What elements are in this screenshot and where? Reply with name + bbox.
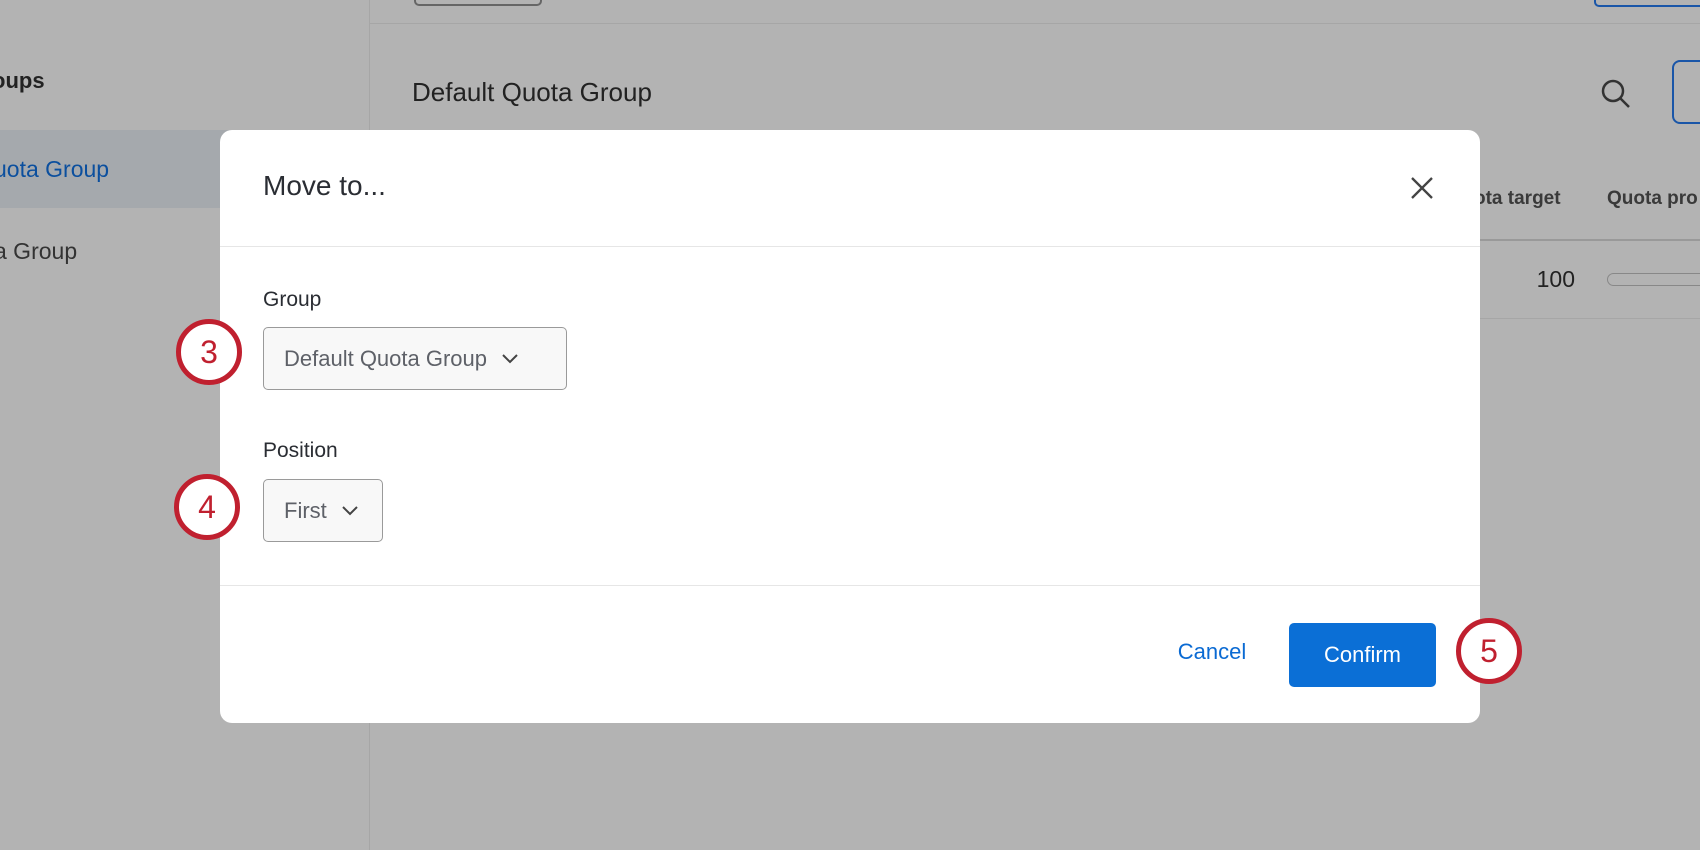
search-icon[interactable] <box>1598 76 1634 112</box>
position-label: Position <box>263 439 338 462</box>
chevron-down-icon <box>342 505 358 515</box>
row-divider <box>1480 318 1700 319</box>
top-button-partial[interactable] <box>414 0 542 6</box>
top-divider <box>370 23 1700 24</box>
top-right-button-partial[interactable] <box>1594 0 1700 7</box>
outlined-button-partial[interactable] <box>1672 60 1700 124</box>
move-to-dialog: Move to... Group Default Quota Group Pos… <box>220 130 1480 723</box>
sidebar-item-label: uota Group <box>0 156 110 182</box>
close-icon[interactable] <box>1407 173 1437 203</box>
page-title: Default Quota Group <box>412 77 652 107</box>
dialog-header-divider <box>220 246 1480 247</box>
confirm-button[interactable]: Confirm <box>1289 623 1436 687</box>
dialog-footer-divider <box>220 585 1480 586</box>
quota-target-cell: 100 <box>1536 266 1575 292</box>
position-select[interactable]: First <box>263 479 383 542</box>
cancel-button[interactable]: Cancel <box>1164 639 1260 669</box>
group-label: Group <box>263 288 322 311</box>
column-header-quota-target[interactable]: ota target <box>1474 188 1561 210</box>
annotation-badge-3: 3 <box>176 319 242 385</box>
sidebar-item[interactable]: a Group <box>0 238 77 265</box>
column-header-quota-progress[interactable]: Quota pro <box>1607 188 1698 210</box>
group-select[interactable]: Default Quota Group <box>263 327 567 390</box>
annotation-badge-4: 4 <box>174 474 240 540</box>
dialog-title: Move to... <box>263 170 386 201</box>
header-divider <box>1480 239 1700 241</box>
sidebar-title: oups <box>0 68 45 93</box>
position-select-value: First <box>284 497 327 523</box>
chevron-down-icon <box>502 353 518 363</box>
quota-progress-bar <box>1607 273 1700 286</box>
group-select-value: Default Quota Group <box>284 345 488 371</box>
annotation-badge-5: 5 <box>1456 618 1522 684</box>
